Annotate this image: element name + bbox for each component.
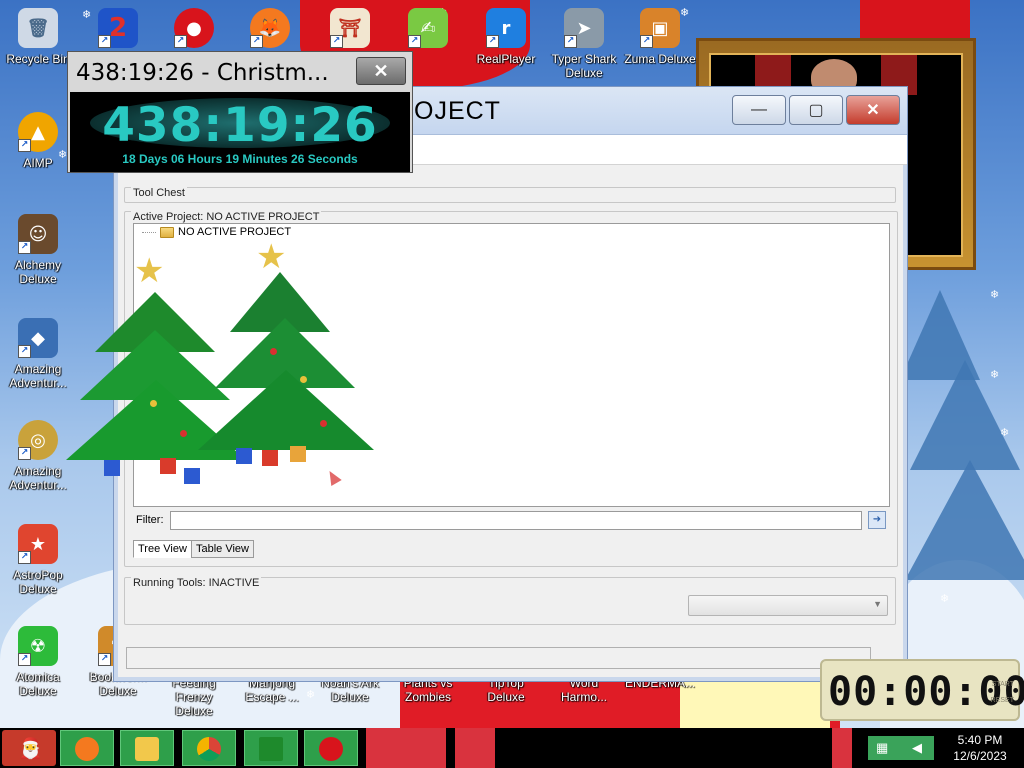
astropop-icon: ★ ↗: [18, 524, 58, 564]
close-icon: ✕: [866, 102, 880, 119]
stopwatch-reset[interactable]: RESET: [991, 697, 1014, 704]
running-tools-title: Running Tools: INACTIVE: [131, 577, 262, 589]
app-icon: [319, 737, 343, 761]
countdown-title: 438:19:26 - Christm...: [76, 60, 329, 86]
tab-tree-view-label: Tree View: [138, 543, 187, 555]
tab-tree-view[interactable]: Tree View: [133, 540, 192, 558]
countdown-detail: 18 Days 06 Hours 19 Minutes 26 Seconds: [122, 152, 358, 166]
stopwatch-start[interactable]: START: [992, 681, 1014, 688]
clock-date: 12/6/2023: [953, 749, 1007, 763]
tree-connector: [142, 231, 156, 233]
creature-icon: ● ↗: [174, 8, 214, 48]
santa-icon: 🎅: [18, 738, 43, 760]
system-tray[interactable]: ▦ ◀: [868, 736, 934, 760]
close-button[interactable]: ✕: [846, 95, 900, 125]
shark-icon: ➤ ↗: [564, 8, 604, 48]
taskbar-firefox[interactable]: [60, 730, 114, 766]
tree-root-label: NO ACTIVE PROJECT: [178, 226, 292, 238]
countdown-time: 438:19:26: [102, 98, 378, 153]
filter-input[interactable]: [170, 511, 862, 530]
maximize-button[interactable]: ▢: [789, 95, 843, 125]
stopwatch-digits: 00:00:00: [828, 669, 1024, 715]
zuma-icon: ▣ ↗: [640, 8, 680, 48]
chevron-down-icon: ▼: [873, 599, 882, 609]
arrow-right-icon: ➜: [872, 514, 882, 525]
desktop-icon-realplayer[interactable]: r ↗ RealPlayer: [468, 8, 544, 66]
desktop-icon-amazing-adventures-2[interactable]: ◎ ↗ Amazing Adventur...: [0, 420, 76, 492]
maximize-icon: ▢: [808, 102, 824, 119]
close-icon: ✕: [373, 61, 389, 81]
desktop-icon-game-2[interactable]: 2 ↗: [80, 8, 156, 48]
taskbar-decor-3: [832, 728, 852, 768]
folder-icon: [135, 737, 159, 761]
start-button[interactable]: 🎅: [2, 730, 56, 766]
number-two-icon: 2 ↗: [98, 8, 138, 48]
desktop-icon-aimp[interactable]: ▲ ↗ AIMP: [0, 112, 76, 170]
filter-go-button[interactable]: ➜: [868, 511, 886, 529]
taskbar-app[interactable]: [304, 730, 358, 766]
countdown-window[interactable]: 438:19:26 - Christm... ✕ 438:19:26 18 Da…: [67, 51, 413, 173]
stopwatch-gadget[interactable]: 00:00:00 START RESET: [820, 659, 1024, 721]
active-project-title: Active Project: NO ACTIVE PROJECT: [131, 211, 322, 223]
chrome-icon: [197, 737, 221, 761]
diamond-icon: ◆ ↗: [18, 318, 58, 358]
recycle-bin-icon: 🗑: [18, 8, 58, 48]
tree-icon: [259, 737, 283, 761]
taskbar-christmas-countdown[interactable]: [244, 730, 298, 766]
alchemy-icon: ☺ ↗: [18, 214, 58, 254]
tab-table-view-label: Table View: [196, 543, 249, 555]
firefox-icon: 🦊 ↗: [250, 8, 290, 48]
minimize-button[interactable]: —: [732, 95, 786, 125]
network-icon: ▦: [876, 740, 889, 755]
taskbar-clock[interactable]: 5:40 PM 12/6/2023: [940, 732, 1020, 764]
tool-chest-title: Tool Chest: [131, 187, 187, 199]
taskbar: 🎅 ▦ ◀ 5:40 PM 12/6/2023: [0, 728, 1024, 768]
filter-label: Filter:: [136, 514, 164, 526]
globe-icon: ◎ ↗: [18, 420, 58, 460]
taskbar-decor-2: [455, 728, 495, 768]
desktop-icon-typer-shark[interactable]: ➤ ↗ Typer Shark Deluxe: [546, 8, 622, 80]
countdown-close-button[interactable]: ✕: [356, 57, 406, 85]
status-bar: [126, 647, 871, 669]
running-tools-dropdown[interactable]: ▼: [688, 595, 888, 616]
tool-chest-panel: Tool Chest: [124, 187, 896, 203]
desktop-icon-recycle-bin[interactable]: 🗑 Recycle Bin: [0, 8, 76, 66]
tab-table-view[interactable]: Table View: [191, 540, 254, 558]
taskbar-chrome[interactable]: [182, 730, 236, 766]
desktop-icon-atomica[interactable]: ☢ ↗ Atomica Deluxe: [0, 626, 76, 698]
desktop-icon-firefox[interactable]: 🦊 ↗: [232, 8, 308, 48]
countdown-display: 438:19:26 18 Days 06 Hours 19 Minutes 26…: [70, 92, 410, 172]
aimp-icon: ▲ ↗: [18, 112, 58, 152]
desktop-icon-red-creature[interactable]: ● ↗: [156, 8, 232, 48]
folder-icon: [160, 226, 174, 238]
clock-time: 5:40 PM: [957, 733, 1003, 747]
desktop-icon-alchemy[interactable]: ☺ ↗ Alchemy Deluxe: [0, 214, 76, 286]
taskbar-decor-1: [366, 728, 446, 768]
desktop-icon-torii[interactable]: ⛩ ↗: [312, 8, 388, 48]
firefox-icon: [75, 737, 99, 761]
notepad-icon: ✍ ↗: [408, 8, 448, 48]
radiation-icon: ☢ ↗: [18, 626, 58, 666]
desktop-icon-zuma[interactable]: ▣ ↗ Zuma Deluxe: [622, 8, 698, 66]
realplayer-icon: r ↗: [486, 8, 526, 48]
volume-icon: ◀: [912, 740, 922, 755]
taskbar-file-explorer[interactable]: [120, 730, 174, 766]
torii-gate-icon: ⛩ ↗: [330, 8, 370, 48]
minimize-icon: —: [751, 101, 767, 118]
desktop-icon-amazing-adventures-1[interactable]: ◆ ↗ Amazing Adventur...: [0, 318, 76, 390]
tree-node-root[interactable]: NO ACTIVE PROJECT: [142, 226, 291, 238]
app-window-title: OJECT: [414, 97, 501, 125]
desktop-icon-notepadpp[interactable]: ✍ ↗: [390, 8, 466, 48]
desktop-icon-astropop[interactable]: ★ ↗ AstroPop Deluxe: [0, 524, 76, 596]
